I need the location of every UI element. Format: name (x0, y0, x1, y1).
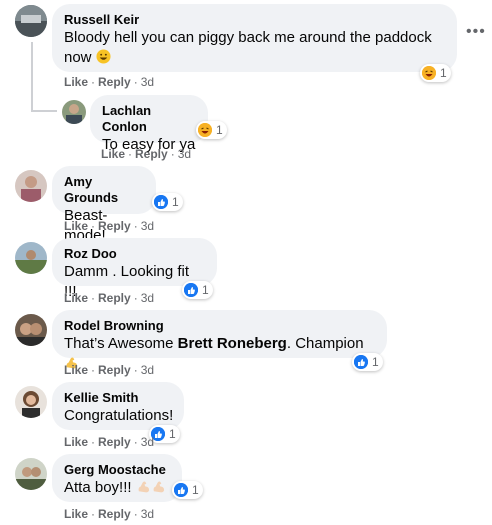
comment-actions: Like · Reply · 3d (64, 363, 155, 377)
reaction-count: 1 (169, 427, 176, 441)
flexed-biceps-emoji (138, 481, 149, 493)
avatar-image (15, 386, 47, 418)
comment-actions: Like · Reply · 3d (64, 75, 155, 89)
reply-link[interactable]: Reply (98, 219, 131, 233)
thread-line-branch (31, 110, 57, 112)
avatar[interactable] (15, 386, 47, 418)
commenter-name[interactable]: Rodel Browning (64, 318, 375, 334)
avatar[interactable] (62, 100, 86, 124)
reaction-count: 1 (192, 483, 199, 497)
reaction-count: 1 (440, 66, 447, 80)
reply-link[interactable]: Reply (98, 435, 131, 449)
timestamp[interactable]: 3d (178, 147, 191, 161)
commenter-name[interactable]: Amy Grounds (64, 174, 144, 206)
comment-actions: Like · Reply · 3d (64, 219, 155, 233)
timestamp[interactable]: 3d (141, 435, 154, 449)
commenter-name[interactable]: Russell Keir (64, 12, 445, 28)
comment-bubble: Amy Grounds Beast-mode! (52, 166, 156, 244)
reaction-badge[interactable]: 1 (172, 481, 203, 499)
reaction-count: 1 (172, 195, 179, 209)
reaction-count: 1 (216, 123, 223, 137)
comment-actions: Like · Reply · 3d (101, 147, 192, 161)
timestamp[interactable]: 3d (141, 291, 154, 305)
comment-bubble: Rodel Browning That’s Awesome Brett Rone… (52, 310, 387, 369)
comment-text: Atta boy!!! (64, 478, 170, 498)
reaction-count: 1 (372, 355, 379, 369)
timestamp[interactable]: 3d (141, 507, 154, 521)
like-link[interactable]: Like (101, 147, 125, 161)
like-link[interactable]: Like (64, 75, 88, 89)
avatar-image (15, 458, 47, 490)
like-icon (154, 195, 168, 209)
comment-bubble: Lachlan Conlon To easy for ya (90, 95, 208, 153)
avatar-image (15, 5, 47, 37)
reply-link[interactable]: Reply (98, 291, 131, 305)
like-link[interactable]: Like (64, 507, 88, 521)
commenter-name[interactable]: Kellie Smith (64, 390, 172, 406)
avatar-image (62, 100, 86, 124)
comment-actions: Like · Reply · 3d (64, 435, 155, 449)
reaction-badge[interactable]: 1 (196, 121, 227, 139)
timestamp[interactable]: 3d (141, 363, 154, 377)
like-link[interactable]: Like (64, 291, 88, 305)
like-link[interactable]: Like (64, 363, 88, 377)
avatar[interactable] (15, 170, 47, 202)
like-icon (354, 355, 368, 369)
grin-emoji (96, 49, 111, 64)
commenter-name[interactable]: Roz Doo (64, 246, 205, 262)
reply-link[interactable]: Reply (98, 75, 131, 89)
avatar-image (15, 314, 47, 346)
avatar-image (15, 170, 47, 202)
comment-bubble: Roz Doo Damm . Looking fit !!! (52, 238, 217, 300)
reaction-badge[interactable]: 1 (182, 281, 213, 299)
avatar[interactable] (15, 242, 47, 274)
avatar[interactable] (15, 458, 47, 490)
like-icon (174, 483, 188, 497)
comment-text: Bloody hell you can piggy back me around… (64, 29, 432, 66)
reply-link[interactable]: Reply (98, 363, 131, 377)
comment-bubble: Russell Keir Bloody hell you can piggy b… (52, 4, 457, 72)
haha-icon (198, 123, 212, 137)
flexed-biceps-emoji (153, 481, 164, 493)
more-options-icon[interactable]: ••• (466, 24, 485, 45)
reaction-badge[interactable]: 1 (152, 193, 183, 211)
commenter-name[interactable]: Gerg Moostache (64, 462, 170, 478)
comment-actions: Like · Reply · 3d (64, 291, 155, 305)
comment-bubble: Kellie Smith Congratulations! (52, 382, 184, 430)
comment-text: Congratulations! (64, 407, 174, 424)
reply-link[interactable]: Reply (135, 147, 168, 161)
comment-bubble: Gerg Moostache Atta boy!!! (52, 454, 182, 502)
timestamp[interactable]: 3d (141, 75, 154, 89)
reaction-badge[interactable]: 1 (352, 353, 383, 371)
reply-link[interactable]: Reply (98, 507, 131, 521)
commenter-name[interactable]: Lachlan Conlon (102, 103, 196, 135)
avatar[interactable] (15, 5, 47, 37)
like-link[interactable]: Like (64, 219, 88, 233)
avatar[interactable] (15, 314, 47, 346)
like-link[interactable]: Like (64, 435, 88, 449)
haha-icon (422, 66, 436, 80)
like-icon (184, 283, 198, 297)
timestamp[interactable]: 3d (141, 219, 154, 233)
comment-actions: Like · Reply · 3d (64, 507, 155, 521)
reaction-badge[interactable]: 1 (420, 64, 451, 82)
avatar-image (15, 242, 47, 274)
reaction-count: 1 (202, 283, 209, 297)
thread-line (31, 42, 33, 112)
mention-link[interactable]: Brett Roneberg (178, 335, 287, 352)
